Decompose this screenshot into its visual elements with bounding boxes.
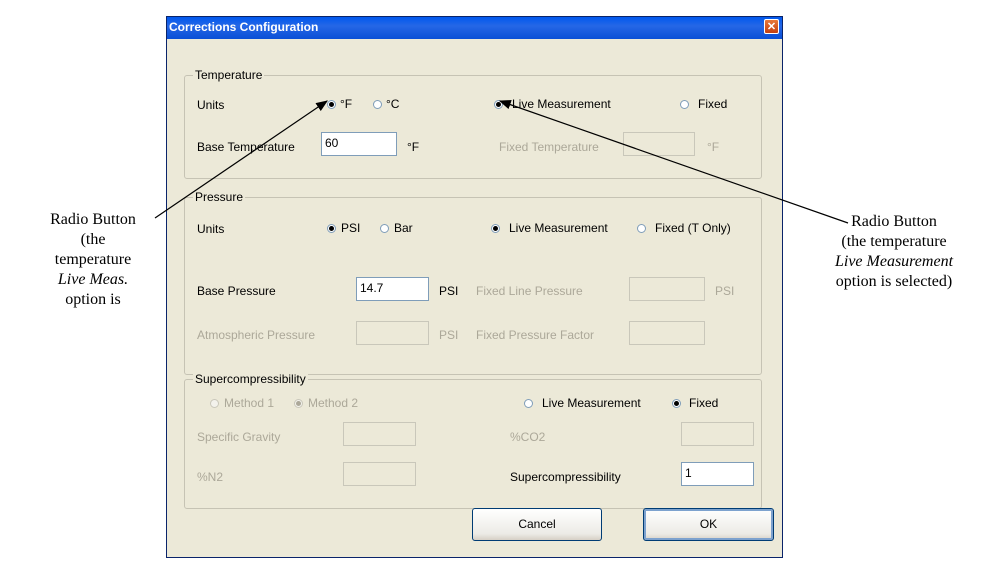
annotation-arrows [154, 100, 849, 224]
right-arrow [498, 100, 849, 224]
left-arrow [154, 100, 328, 219]
